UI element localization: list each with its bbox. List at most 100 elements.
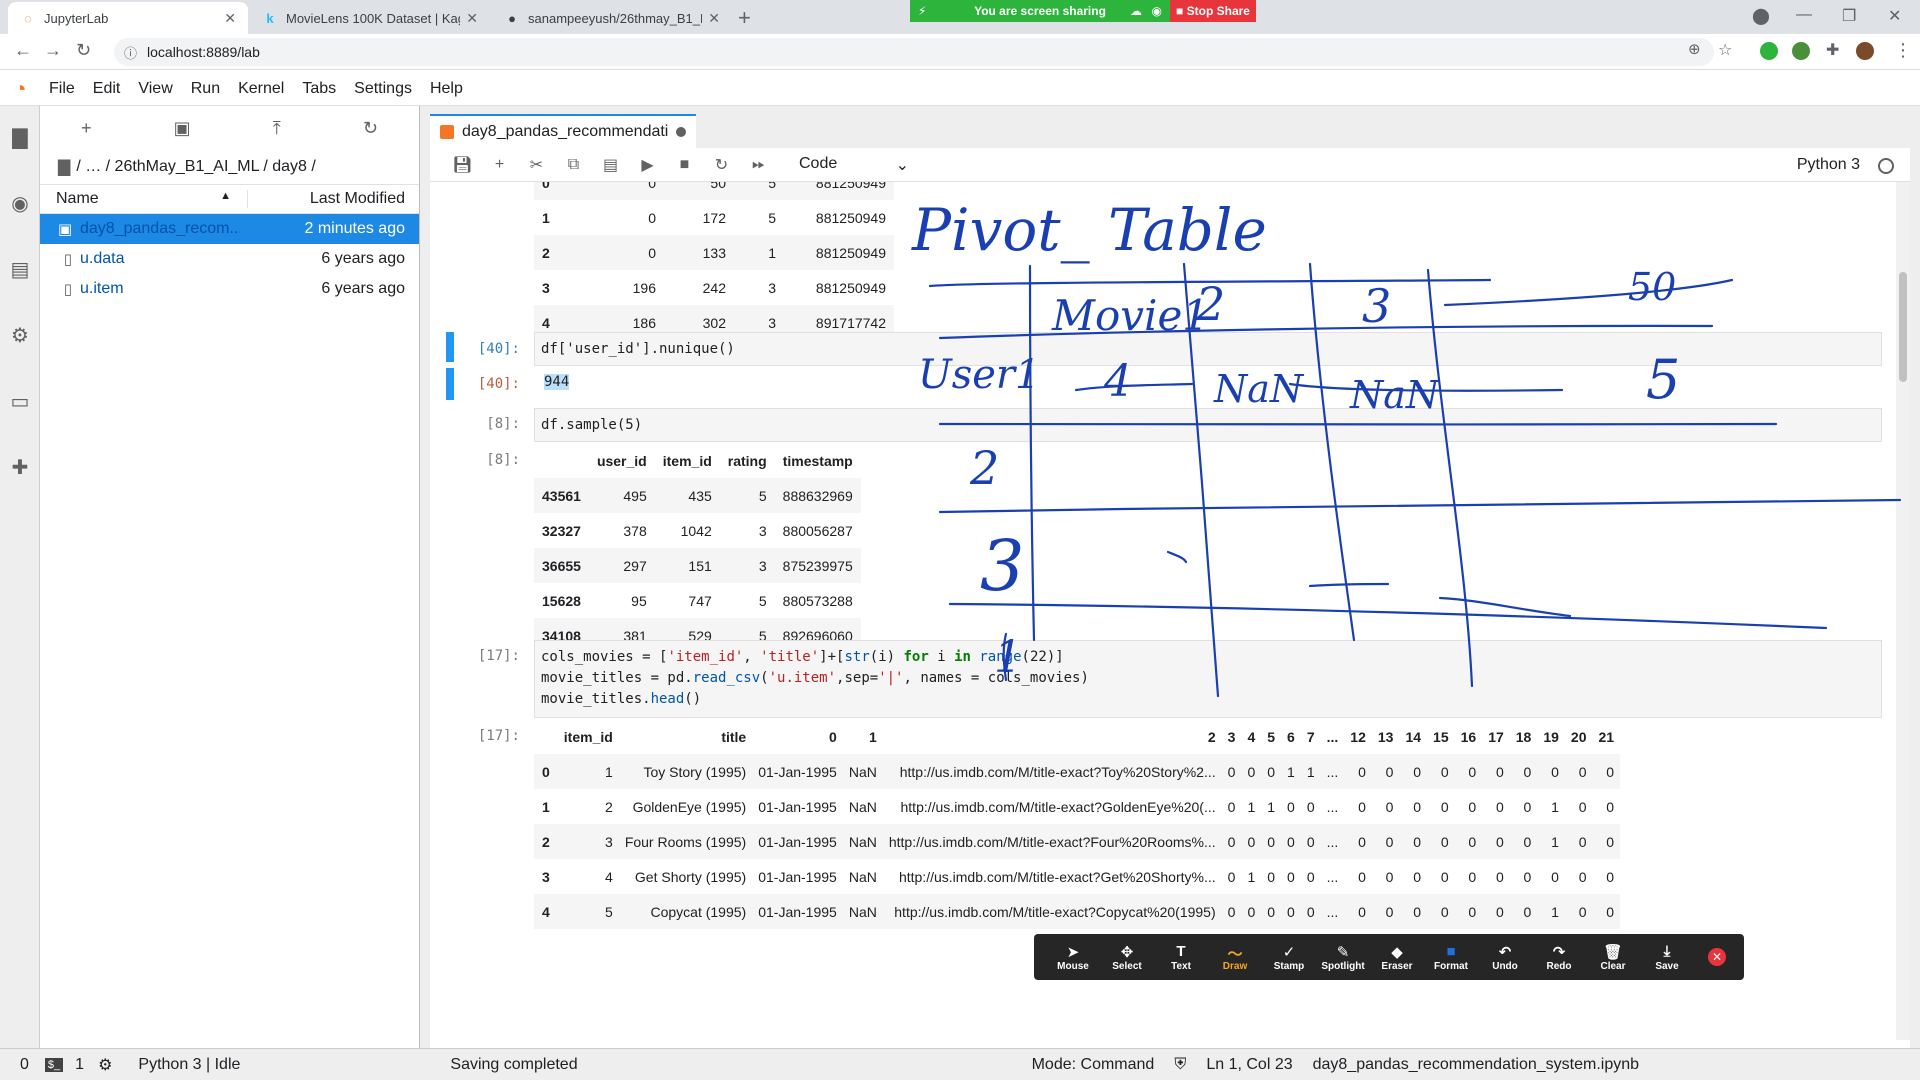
table-cell: http://us.imdb.com/M/title-exact?Toy%20S… xyxy=(899,763,1216,780)
back-icon[interactable]: ← xyxy=(14,40,32,61)
browser-tab-github[interactable]: ● sanampeeyush/26thmay_B1_ML ✕ xyxy=(492,2,732,34)
table-cell: 0 xyxy=(1523,763,1532,780)
scrollbar-thumb[interactable] xyxy=(1899,272,1907,382)
menu-view[interactable]: View xyxy=(138,80,172,98)
code-cell[interactable]: df.sample(5) xyxy=(534,408,1882,442)
table-row: 3 4 Get Shorty (1995) 01-Jan-1995 NaN http://… xyxy=(534,859,1620,894)
menu-help[interactable]: Help xyxy=(430,80,463,98)
column-name[interactable]: Name ▲ xyxy=(40,190,248,208)
extension-green-icon[interactable] xyxy=(1760,42,1778,60)
forward-icon[interactable]: → xyxy=(44,40,62,61)
annotation-tool-spotlight[interactable]: ✎ Spotlight xyxy=(1316,943,1370,972)
cloud-icon: ☁ xyxy=(1130,4,1142,18)
status-cursor-position[interactable]: Ln 1, Col 23 xyxy=(1206,1056,1292,1074)
annotation-tool-eraser[interactable]: ◆ Eraser xyxy=(1370,943,1424,972)
file-row[interactable]: ▯ u.data 6 years ago xyxy=(40,244,419,274)
annotation-tool-format[interactable]: ■ Format xyxy=(1424,943,1478,972)
running-kernels-icon[interactable]: ◉ xyxy=(8,192,32,216)
menu-tabs[interactable]: Tabs xyxy=(302,80,336,98)
code-cell[interactable]: cols_movies = ['item_id', 'title']+[str(… xyxy=(534,640,1882,718)
new-launcher-icon[interactable]: + xyxy=(81,118,92,139)
window-close-icon[interactable]: ✕ xyxy=(1888,6,1901,26)
notebook-tab[interactable]: day8_pandas_recommendati xyxy=(430,114,696,148)
annotation-tool-mouse[interactable]: ➤ Mouse xyxy=(1046,943,1100,972)
site-info-icon[interactable]: ⓘ xyxy=(124,43,137,62)
output-prompt: [17]: xyxy=(477,728,520,744)
restart-icon[interactable]: ↻ xyxy=(703,155,740,175)
kernel-name[interactable]: Python 3 xyxy=(1797,156,1860,174)
annotation-tool-redo[interactable]: ↷ Redo xyxy=(1532,943,1586,972)
cell-type-select[interactable]: Code ⌄ xyxy=(799,155,909,175)
zoom-icon[interactable]: ⊕ xyxy=(1688,40,1701,58)
upload-icon[interactable]: ⤒ xyxy=(273,118,281,139)
vertical-scrollbar[interactable] xyxy=(1896,182,1910,1040)
menu-kernel[interactable]: Kernel xyxy=(238,80,284,98)
annotation-tool-select[interactable]: ✥ Select xyxy=(1100,943,1154,972)
copy-icon[interactable]: ⧉ xyxy=(555,156,592,174)
refresh-icon[interactable]: ↻ xyxy=(363,118,378,139)
browser-menu-icon[interactable]: ⋮ xyxy=(1894,40,1912,61)
breadcrumb[interactable]: ▇ / … / 26thMay_B1_AI_ML / day8 / xyxy=(40,150,419,184)
status-kernel[interactable]: Python 3 | Idle xyxy=(138,1056,240,1074)
menu-run[interactable]: Run xyxy=(191,80,220,98)
extensions-puzzle-icon[interactable]: ✚ xyxy=(1826,40,1839,60)
minimize-icon[interactable]: — xyxy=(1796,6,1812,24)
output-prompt: [40]: xyxy=(477,376,520,392)
annotation-tool-label: Eraser xyxy=(1381,960,1413,972)
table-cell: 880573288 xyxy=(782,592,853,609)
annotation-close-icon[interactable]: ✕ xyxy=(1708,948,1726,966)
status-terminals-count[interactable]: 0 xyxy=(20,1056,29,1074)
annotation-tool-undo[interactable]: ↶ Undo xyxy=(1478,943,1532,972)
fast-forward-icon[interactable]: ⏩︎ xyxy=(740,156,777,174)
annotation-tool-clear[interactable]: 🗑︎ Clear xyxy=(1586,943,1640,972)
insert-cell-icon[interactable]: + xyxy=(481,156,518,174)
menu-file[interactable]: File xyxy=(49,80,75,98)
file-row[interactable]: ▯ u.item 6 years ago xyxy=(40,274,419,304)
reload-icon[interactable]: ↻ xyxy=(76,40,91,61)
property-inspector-icon[interactable]: ⚙ xyxy=(8,324,32,348)
menu-settings[interactable]: Settings xyxy=(354,80,412,98)
table-cell: http://us.imdb.com/M/title-exact?Get%20S… xyxy=(898,868,1216,885)
bookmark-star-icon[interactable]: ☆ xyxy=(1718,40,1732,60)
table-cell: ... xyxy=(1326,833,1339,850)
unsaved-dot-icon[interactable] xyxy=(676,127,687,137)
tabs-icon[interactable]: ▭ xyxy=(8,390,32,414)
status-kernels-count[interactable]: 1 xyxy=(75,1056,84,1074)
save-icon[interactable]: 💾︎ xyxy=(444,155,481,175)
new-tab-button[interactable]: + xyxy=(738,5,751,31)
new-folder-icon[interactable]: ▣ xyxy=(174,118,191,139)
menu-edit[interactable]: Edit xyxy=(93,80,121,98)
stop-icon[interactable]: ■ xyxy=(666,156,703,174)
close-tab-icon[interactable]: ✕ xyxy=(466,10,478,27)
avatar[interactable] xyxy=(1856,42,1874,60)
code-cell[interactable]: df['user_id'].nunique() xyxy=(534,332,1882,366)
extension-globe-icon[interactable] xyxy=(1792,42,1810,60)
breadcrumb-path[interactable]: / … / 26thMay_B1_AI_ML / day8 / xyxy=(76,158,316,176)
profile-menu-icon[interactable]: ⬤ xyxy=(1752,6,1770,26)
browser-tab-kaggle[interactable]: k MovieLens 100K Dataset | Kaggle ✕ xyxy=(250,2,490,34)
paste-icon[interactable]: ▤ xyxy=(592,155,629,175)
notebook-cells[interactable]: 0 0 50 5 881250949 1 0 172 5 881250949 2 0 133 1 88125… xyxy=(430,182,1910,1040)
table-cell: 0 xyxy=(1440,763,1449,780)
close-tab-icon[interactable]: ✕ xyxy=(224,10,236,27)
trusted-shield-icon[interactable]: ⛨ xyxy=(1174,1056,1186,1074)
extension-manager-icon[interactable]: ✚ xyxy=(8,456,32,480)
annotation-tool-draw[interactable]: 〜 Draw xyxy=(1208,943,1262,972)
restore-icon[interactable]: ❐ xyxy=(1842,6,1856,26)
url-field[interactable]: ⓘ localhost:8889/lab xyxy=(114,38,1714,66)
annotation-tool-save[interactable]: ⤓ Save xyxy=(1640,943,1694,972)
close-tab-icon[interactable]: ✕ xyxy=(708,10,720,27)
browser-tab-jupyterlab[interactable]: ◌ JupyterLab ✕ xyxy=(8,2,248,34)
row-index: 2 xyxy=(542,833,550,850)
cut-icon[interactable]: ✂ xyxy=(518,155,555,175)
file-row[interactable]: ▣ day8_pandas_recom... 2 minutes ago xyxy=(40,214,419,244)
commands-icon[interactable]: ▤ xyxy=(8,258,32,282)
annotation-tool-stamp[interactable]: ✓ Stamp xyxy=(1262,943,1316,972)
column-header: title xyxy=(721,729,747,745)
annotation-tool-text[interactable]: T Text xyxy=(1154,943,1208,972)
run-icon[interactable]: ▶ xyxy=(629,155,666,175)
column-last-modified[interactable]: Last Modified xyxy=(248,190,419,208)
stop-share-button[interactable]: ■ Stop Share xyxy=(1170,0,1256,22)
folder-icon[interactable]: ▇ xyxy=(8,126,32,150)
table-cell: ... xyxy=(1326,798,1339,815)
